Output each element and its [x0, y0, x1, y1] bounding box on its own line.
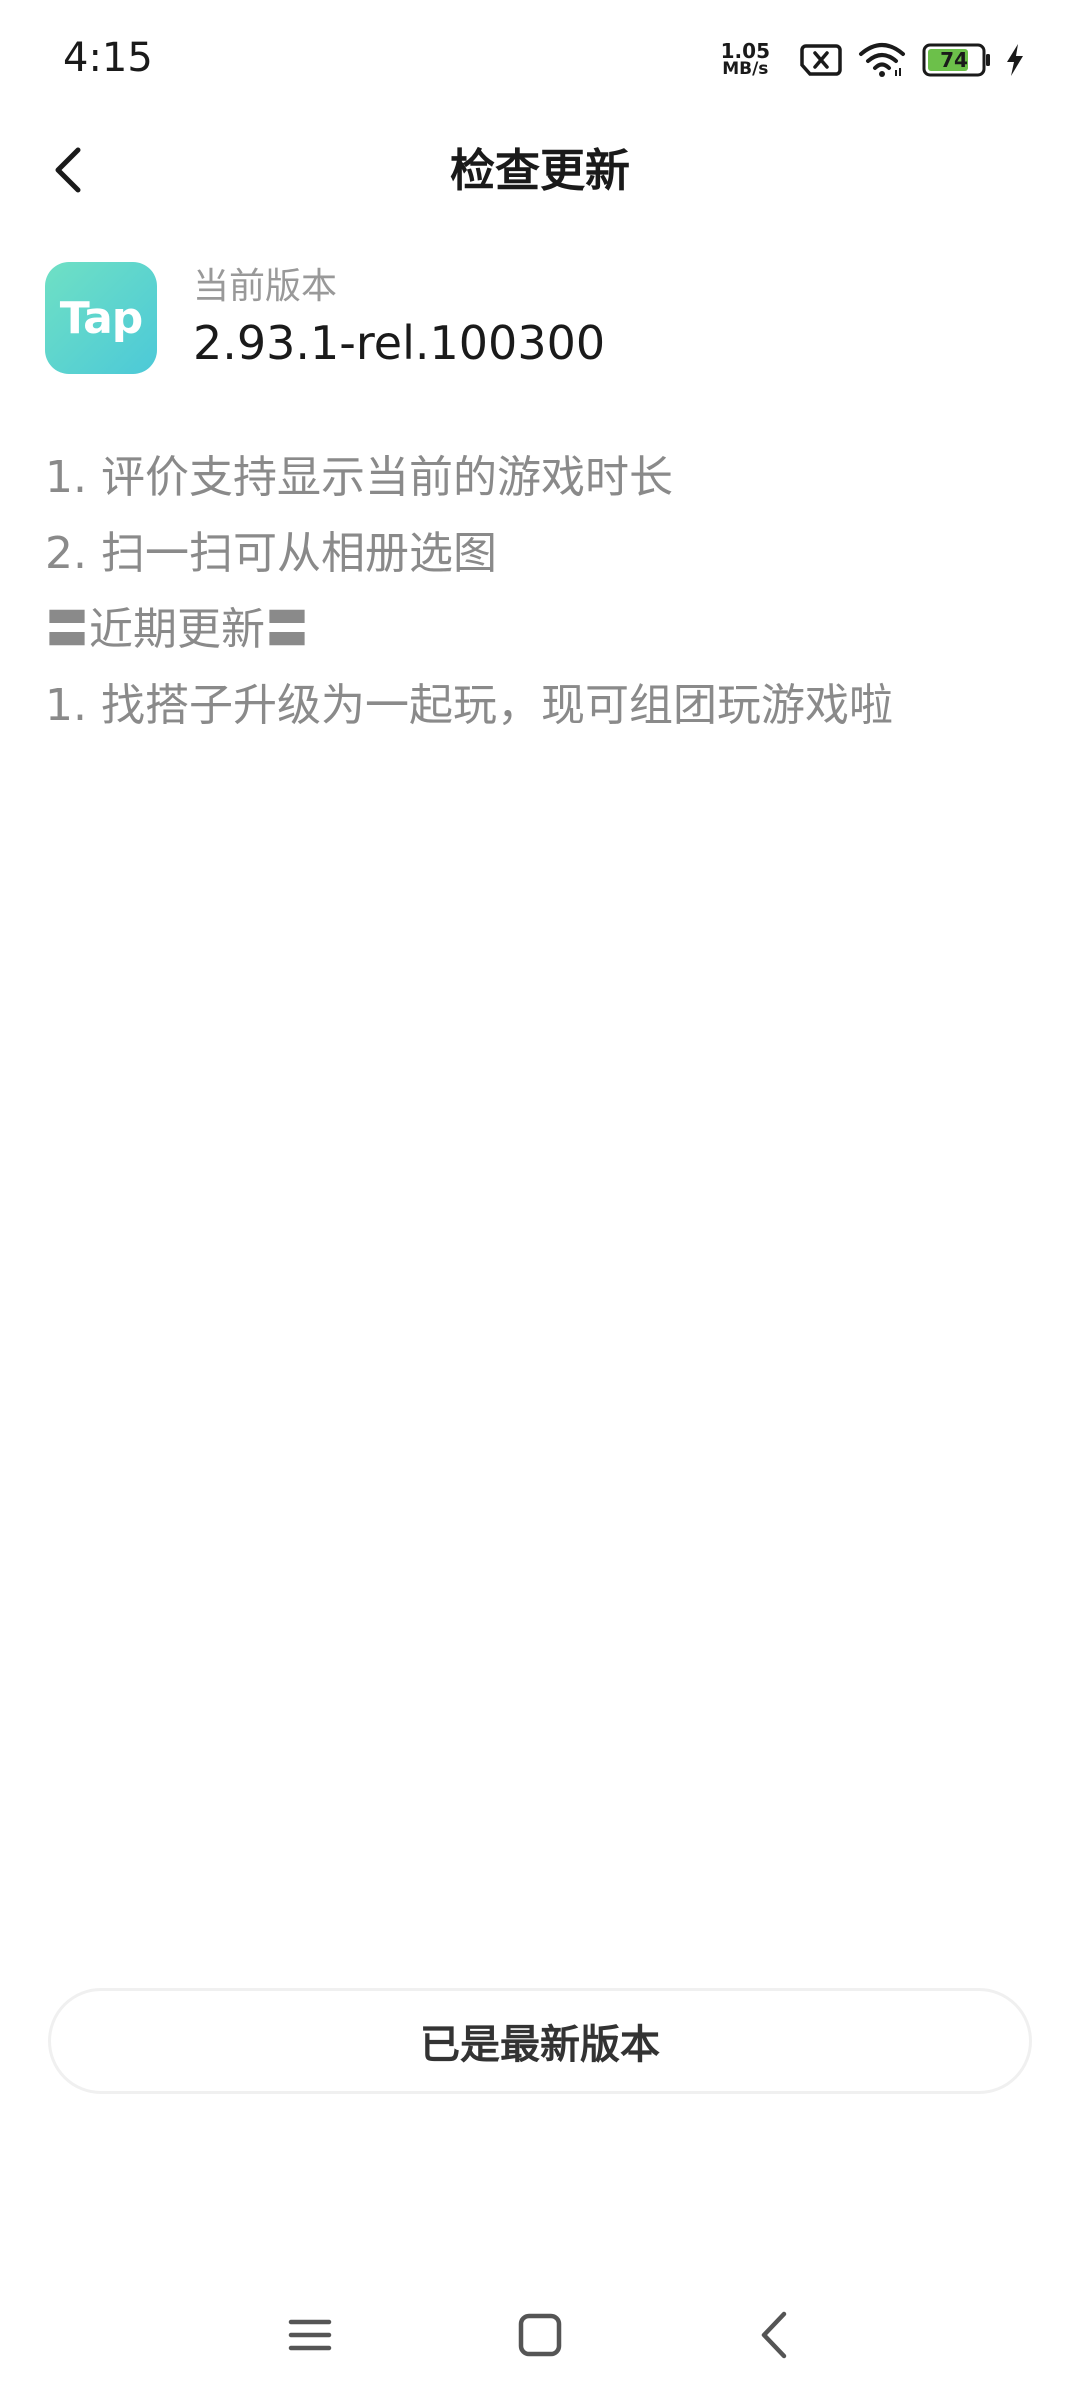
header: 检查更新 [0, 120, 1080, 220]
page-title: 检查更新 [449, 144, 630, 197]
app-info: Tap 当前版本 2.93.1-rel.100300 [45, 262, 605, 374]
changelog-line: 1. 评价支持显示当前的游戏时长 [45, 452, 673, 503]
current-version-value: 2.93.1-rel.100300 [193, 316, 606, 370]
changelog-line: 1. 找搭子升级为一起玩，现可组团玩游戏啦 [45, 680, 893, 731]
status-time: 4:15 [63, 35, 153, 81]
battery-level: 74 [940, 48, 968, 72]
navigation-bar [0, 2290, 1080, 2380]
changelog: 1. 评价支持显示当前的游戏时长 2. 扫一扫可从相册选图 〓近期更新〓 1. … [45, 440, 1035, 744]
network-speed: 1.05 MB/s [720, 39, 770, 79]
sim-error-icon [800, 44, 842, 76]
back-icon[interactable] [740, 2300, 810, 2370]
home-icon[interactable] [505, 2300, 575, 2370]
charging-icon [1007, 44, 1023, 76]
menu-icon[interactable] [275, 2300, 345, 2370]
latest-version-label: 已是最新版本 [420, 2022, 660, 2068]
status-bar: 4:15 1.05 MB/s 74 [0, 0, 1080, 120]
screen: 4:15 1.05 MB/s 74 检查更新 Tap 当前版本 2.93.1-r… [0, 0, 1080, 2400]
network-speed-unit: MB/s [722, 59, 769, 79]
changelog-line: 2. 扫一扫可从相册选图 [45, 528, 497, 579]
status-icons: 1.05 MB/s 74 [721, 36, 1026, 84]
current-version-label: 当前版本 [193, 266, 338, 307]
app-version-block: 当前版本 2.93.1-rel.100300 [193, 265, 605, 371]
tap-app-icon: Tap [45, 262, 157, 374]
latest-version-button[interactable]: 已是最新版本 [48, 1988, 1032, 2094]
changelog-heading: 〓近期更新〓 [45, 604, 309, 655]
network-speed-value: 1.05 [720, 39, 770, 63]
battery-icon: 74 [922, 42, 994, 78]
wifi-icon [859, 43, 905, 77]
